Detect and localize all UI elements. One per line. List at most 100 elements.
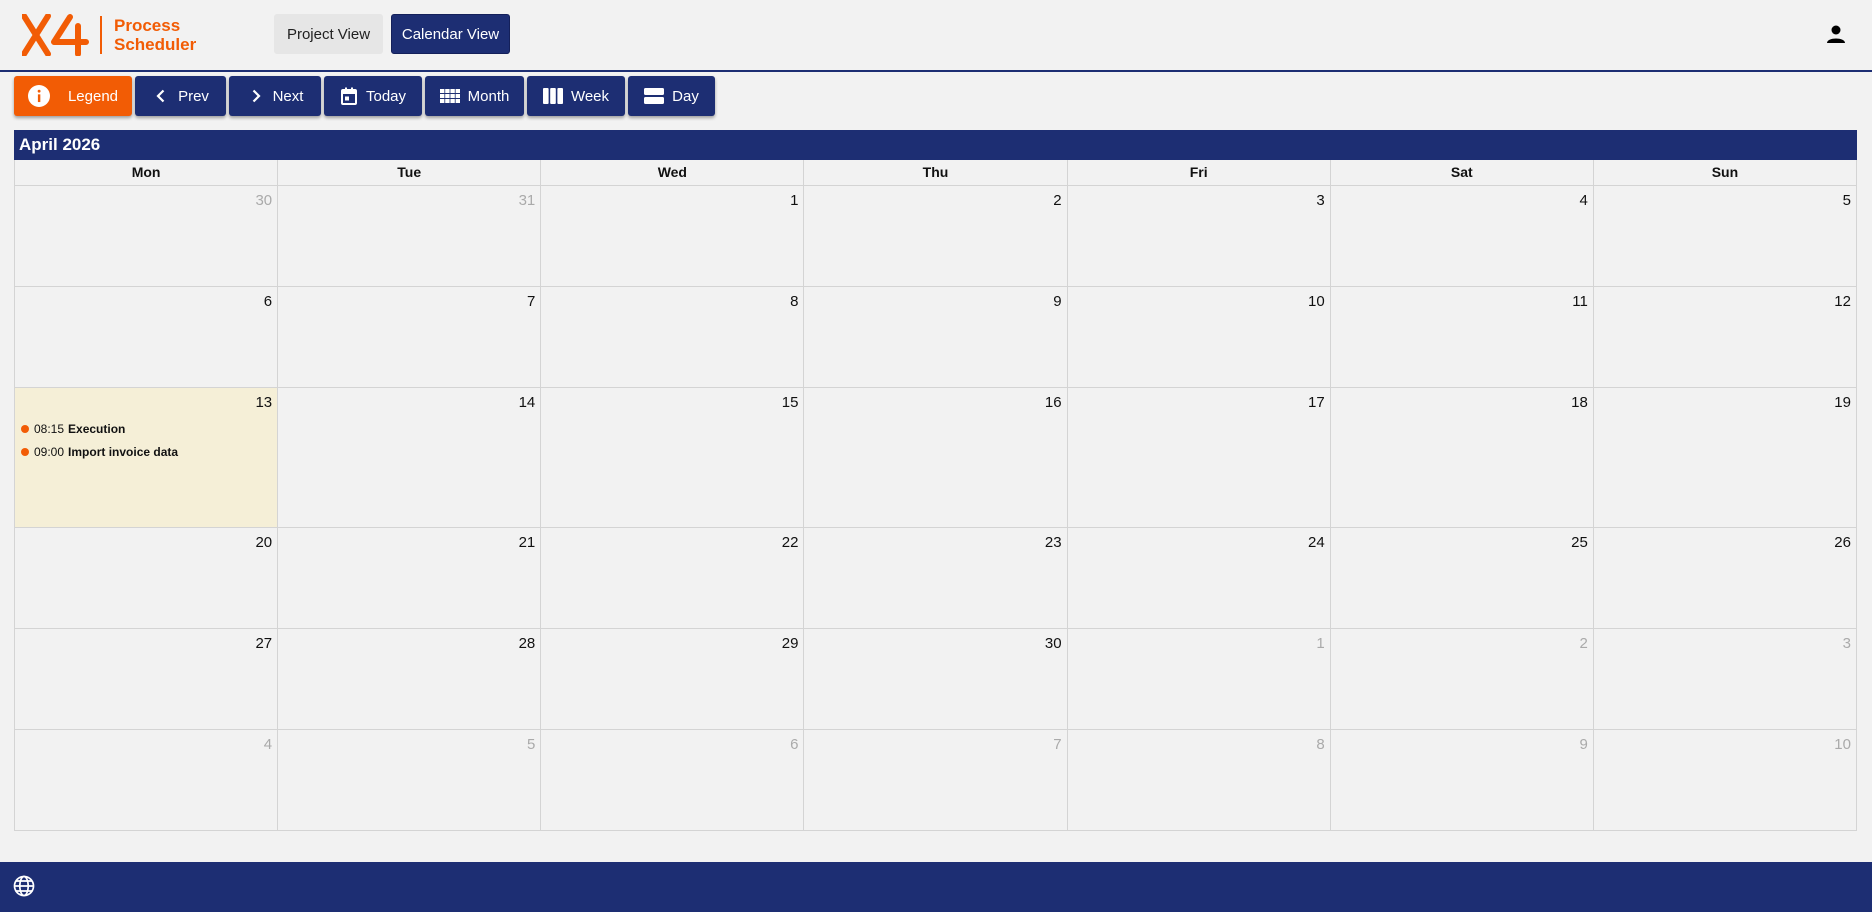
- x4-logo-mark: [22, 14, 89, 56]
- month-button[interactable]: Month: [425, 76, 524, 116]
- next-button[interactable]: Next: [229, 76, 321, 116]
- event-dot-icon: [21, 448, 29, 456]
- day-cell[interactable]: 4: [15, 730, 279, 831]
- prev-button[interactable]: Prev: [135, 76, 226, 116]
- day-cell[interactable]: 31: [278, 186, 542, 287]
- day-cell[interactable]: 10: [1067, 287, 1331, 388]
- month-label: Month: [467, 87, 510, 105]
- today-button[interactable]: Today: [324, 76, 422, 116]
- day-cell[interactable]: 3: [1593, 629, 1857, 730]
- day-number: 10: [1308, 293, 1325, 310]
- day-cell[interactable]: 22: [541, 528, 805, 629]
- globe-icon[interactable]: [13, 875, 35, 897]
- day-number: 3: [1316, 192, 1325, 209]
- day-cell[interactable]: 6: [15, 287, 279, 388]
- day-cell[interactable]: 26: [1593, 528, 1857, 629]
- day-cell[interactable]: 12: [1593, 287, 1857, 388]
- event-time: 09:00: [34, 445, 65, 459]
- weekday-header: Fri: [1067, 160, 1331, 186]
- day-cell[interactable]: 4: [1330, 186, 1594, 287]
- day-cell[interactable]: 28: [278, 629, 542, 730]
- legend-button[interactable]: Legend: [14, 76, 132, 116]
- logo-divider: [100, 16, 102, 54]
- day-number: 7: [1053, 736, 1062, 753]
- event-title: Import invoice data: [68, 445, 179, 459]
- day-number: 26: [1834, 534, 1851, 551]
- day-cell[interactable]: 1: [541, 186, 805, 287]
- day-number: 8: [1316, 736, 1325, 753]
- day-cell[interactable]: 20: [15, 528, 279, 629]
- day-number: 18: [1571, 394, 1588, 411]
- person-icon[interactable]: [1826, 24, 1846, 44]
- app-header: Process Scheduler Project View Calendar …: [0, 0, 1872, 72]
- day-label: Day: [672, 87, 699, 105]
- week-button[interactable]: Week: [527, 76, 625, 116]
- event-title: Execution: [68, 422, 126, 436]
- day-number: 27: [255, 635, 273, 652]
- calendar-event[interactable]: 08:15 Execution: [21, 422, 178, 436]
- event-list: 08:15 Execution 09:00 Import invoice data: [21, 422, 178, 468]
- day-number: 15: [781, 394, 799, 411]
- day-cell[interactable]: 9: [1330, 730, 1594, 831]
- day-number: 20: [255, 534, 273, 551]
- day-rows-icon: [644, 88, 665, 104]
- day-number: 30: [255, 192, 273, 209]
- day-cell[interactable]: 23: [804, 528, 1068, 629]
- day-cell[interactable]: 8: [1067, 730, 1331, 831]
- day-cell[interactable]: 10: [1593, 730, 1857, 831]
- weekday-header: Sat: [1330, 160, 1594, 186]
- day-cell[interactable]: 11: [1330, 287, 1594, 388]
- logo-line-2: Scheduler: [114, 35, 197, 54]
- day-cell[interactable]: 1: [1067, 629, 1331, 730]
- day-cell[interactable]: 14: [278, 388, 542, 528]
- day-cell[interactable]: 2: [804, 186, 1068, 287]
- day-cell[interactable]: 5: [278, 730, 542, 831]
- project-view-button[interactable]: Project View: [274, 14, 383, 54]
- calendar-grid: Mon Tue Wed Thu Fri Sat Sun 30 31 1 2 3 4 5 6 7 8 9 10 11 12…: [14, 160, 1857, 831]
- day-cell[interactable]: 25: [1330, 528, 1594, 629]
- day-number: 9: [1053, 293, 1062, 310]
- day-cell[interactable]: 30: [15, 186, 279, 287]
- day-cell[interactable]: 21: [278, 528, 542, 629]
- day-cell-today[interactable]: 13 08:15 Execution 09:00 Import invoice data: [15, 388, 279, 528]
- calendar-view-button[interactable]: Calendar View: [391, 14, 510, 54]
- day-cell[interactable]: 27: [15, 629, 279, 730]
- day-number: 4: [1579, 192, 1588, 209]
- app-logo[interactable]: Process Scheduler: [22, 14, 196, 56]
- month-grid-icon: [439, 89, 460, 103]
- day-cell[interactable]: 24: [1067, 528, 1331, 629]
- day-cell[interactable]: 16: [804, 388, 1068, 528]
- prev-label: Prev: [178, 87, 209, 105]
- day-cell[interactable]: 9: [804, 287, 1068, 388]
- day-cell[interactable]: 2: [1330, 629, 1594, 730]
- day-cell[interactable]: 6: [541, 730, 805, 831]
- day-number: 14: [518, 394, 536, 411]
- day-cell[interactable]: 3: [1067, 186, 1331, 287]
- month-calendar: April 2026 Mon Tue Wed Thu Fri Sat Sun 30 31 1 2 3 4…: [14, 130, 1857, 831]
- day-cell[interactable]: 15: [541, 388, 805, 528]
- weekday-header: Wed: [541, 160, 805, 186]
- logo-text: Process Scheduler: [114, 16, 196, 54]
- week-label: Week: [570, 87, 610, 105]
- day-number: 22: [781, 534, 799, 551]
- day-number: 6: [263, 293, 273, 310]
- day-number: 2: [1053, 192, 1062, 209]
- day-cell[interactable]: 7: [278, 287, 542, 388]
- day-cell[interactable]: 19: [1593, 388, 1857, 528]
- day-button[interactable]: Day: [628, 76, 715, 116]
- day-number: 6: [790, 736, 799, 753]
- weekday-header: Sun: [1593, 160, 1857, 186]
- day-number: 5: [1842, 192, 1851, 209]
- day-cell[interactable]: 17: [1067, 388, 1331, 528]
- day-number: 1: [790, 192, 799, 209]
- day-cell[interactable]: 8: [541, 287, 805, 388]
- calendar-event[interactable]: 09:00 Import invoice data: [21, 445, 178, 459]
- day-cell[interactable]: 30: [804, 629, 1068, 730]
- day-cell[interactable]: 7: [804, 730, 1068, 831]
- day-number: 10: [1834, 736, 1851, 753]
- day-cell[interactable]: 29: [541, 629, 805, 730]
- day-cell[interactable]: 18: [1330, 388, 1594, 528]
- day-number: 21: [518, 534, 536, 551]
- day-cell[interactable]: 5: [1593, 186, 1857, 287]
- day-number: 7: [526, 293, 536, 310]
